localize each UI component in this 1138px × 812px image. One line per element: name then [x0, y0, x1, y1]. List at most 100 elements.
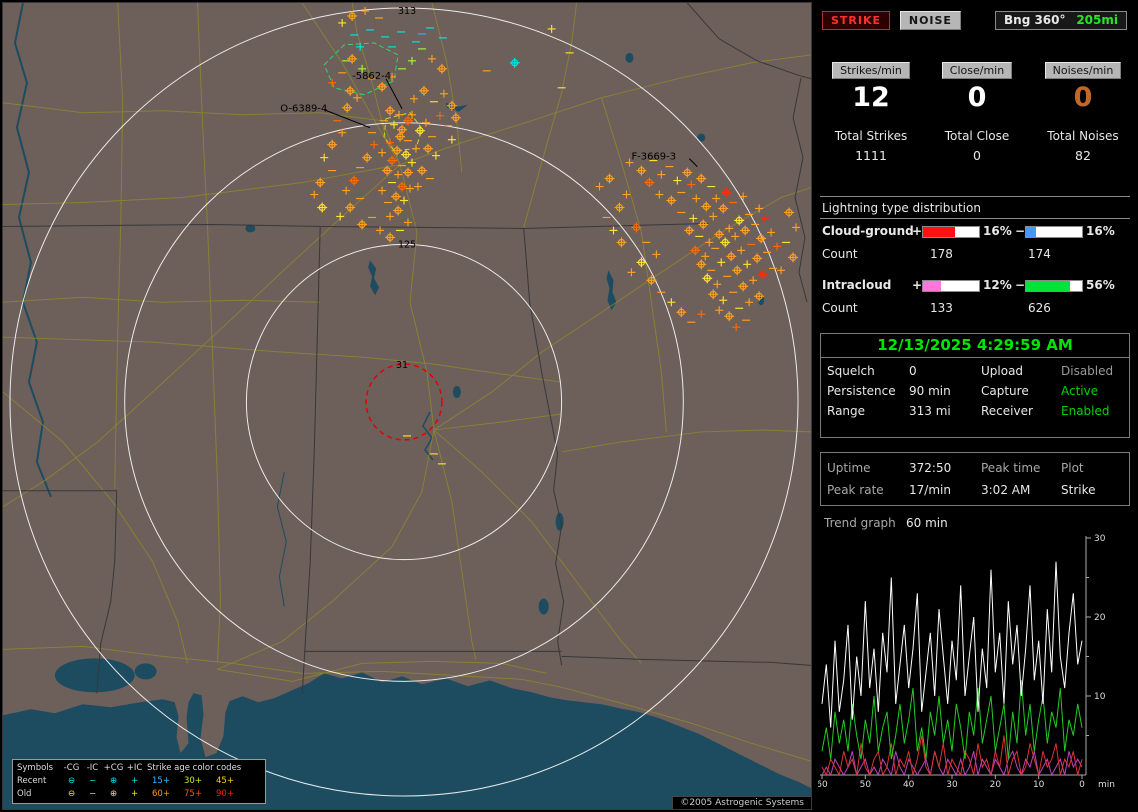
cg-negative-pct: 16%	[1086, 224, 1115, 238]
minus-icon: −	[88, 789, 97, 799]
datetime-display: 12/13/2025 4:29:59 AM	[821, 334, 1129, 358]
peak-rate-label: Peak rate	[827, 483, 884, 497]
ic-positive-bar	[922, 280, 980, 292]
plot-label: Plot	[1061, 461, 1084, 475]
svg-text:10: 10	[1033, 780, 1045, 790]
bearing-range-box: Bng 360° 205mi	[995, 11, 1127, 30]
distribution-title: Lightning type distribution	[822, 201, 981, 215]
circle-minus-icon: ⊖	[67, 789, 76, 799]
intracloud-label: Intracloud	[822, 278, 892, 292]
svg-text:50: 50	[860, 780, 872, 790]
strike-legend: Symbols -CG -IC +CG +IC Strike age color…	[12, 759, 266, 804]
range-setting-value: 313 mi	[909, 404, 951, 418]
lightning-map[interactable]: 313 125 31 -5862-4 O-6389-4 F-3669-3	[3, 3, 811, 809]
info-row: Uptime 372:50 Peak time Plot	[821, 457, 1129, 479]
close-per-min-value: 0	[967, 82, 987, 113]
cg-negative-bar	[1025, 226, 1083, 238]
cg-negative-count: 174	[1028, 247, 1051, 261]
range-value: 205mi	[1076, 13, 1118, 27]
storm-cell-label: O-6389-4	[280, 104, 327, 115]
legend-recent-label: Recent	[17, 776, 47, 786]
count-label: Count	[822, 247, 858, 261]
trend-window-value: 60 min	[906, 516, 948, 530]
divider	[820, 196, 1130, 197]
uptime-label: Uptime	[827, 461, 871, 475]
plus-sign: +	[912, 278, 923, 292]
status-row: Squelch 0 Upload Disabled	[821, 361, 1129, 381]
legend-col-+cg: +CG	[103, 763, 124, 773]
total-strikes-label: Total Strikes	[834, 129, 908, 143]
svg-text:20: 20	[990, 780, 1002, 790]
age-15: 15+	[152, 776, 170, 786]
total-close-label: Total Close	[944, 129, 1010, 143]
status-row: Range 313 mi Receiver Enabled	[821, 401, 1129, 421]
capture-status: Active	[1061, 384, 1099, 398]
info-row: Peak rate 17/min 3:02 AM Strike	[821, 479, 1129, 501]
map-area: 313 125 31 -5862-4 O-6389-4 F-3669-3 Sym…	[2, 2, 812, 810]
ring-label-outer: 313	[398, 6, 416, 17]
strike-mode-button[interactable]: STRIKE	[822, 11, 891, 30]
total-close-value: 0	[973, 148, 981, 163]
ic-positive-count: 133	[930, 301, 953, 315]
legend-recent-row: Recent ⊖ − ⊕ + 15+ 30+ 45+	[17, 775, 261, 788]
divider	[820, 218, 1130, 219]
svg-text:10: 10	[1094, 692, 1106, 702]
circle-minus-icon: ⊖	[67, 776, 76, 786]
total-noises-value: 82	[1075, 148, 1091, 163]
receiver-label: Receiver	[981, 404, 1033, 418]
storm-cell-label: F-3669-3	[631, 152, 676, 163]
plus-icon: +	[130, 789, 139, 799]
legend-col--ic: -IC	[86, 763, 99, 773]
ring-label-mid: 125	[398, 239, 416, 250]
trend-chart: 60 50 40 30 20 10 0 min 10 20 30	[818, 534, 1115, 790]
age-60: 60+	[152, 789, 170, 799]
cg-positive-bar	[922, 226, 980, 238]
close-per-min-header[interactable]: Close/min	[941, 62, 1013, 79]
svg-text:min: min	[1098, 780, 1115, 790]
persistence-label: Persistence	[827, 384, 896, 398]
noises-per-min-header[interactable]: Noises/min	[1044, 62, 1122, 79]
plus-sign: +	[912, 224, 923, 238]
capture-label: Capture	[981, 384, 1029, 398]
svg-text:20: 20	[1094, 613, 1106, 623]
svg-text:60: 60	[818, 780, 828, 790]
upload-label: Upload	[981, 364, 1024, 378]
lightning-app-window: 313 125 31 -5862-4 O-6389-4 F-3669-3 Sym…	[0, 0, 1138, 812]
age-30: 30+	[184, 776, 202, 786]
age-90: 90+	[216, 789, 234, 799]
noises-per-min-value: 0	[1073, 82, 1093, 113]
strikes-per-min-header[interactable]: Strikes/min	[832, 62, 910, 79]
status-box: 12/13/2025 4:29:59 AM Squelch 0 Upload D…	[820, 333, 1130, 438]
legend-old-label: Old	[17, 789, 32, 799]
cloud-ground-label: Cloud-ground	[822, 224, 914, 238]
svg-text:0: 0	[1079, 780, 1085, 790]
circle-plus-icon: ⊕	[109, 776, 118, 786]
upload-status: Disabled	[1061, 364, 1114, 378]
svg-text:40: 40	[903, 780, 915, 790]
ic-negative-count: 626	[1028, 301, 1051, 315]
copyright-text: ©2005 Astrogenic Systems	[672, 796, 811, 809]
trend-graph-label: Trend graph	[824, 516, 896, 530]
ring-label-inner: 31	[396, 360, 408, 371]
ic-positive-pct: 12%	[983, 278, 1012, 292]
legend-age-title: Strike age color codes	[147, 763, 242, 773]
peak-time-value: 3:02 AM	[981, 483, 1031, 497]
ic-negative-pct: 56%	[1086, 278, 1115, 292]
cg-positive-count: 178	[930, 247, 953, 261]
status-panel: STRIKE NOISE Bng 360° 205mi Strikes/min …	[818, 0, 1136, 812]
age-75: 75+	[184, 789, 202, 799]
range-label: Range	[827, 404, 866, 418]
minus-sign: −	[1015, 224, 1026, 238]
cg-positive-pct: 16%	[983, 224, 1012, 238]
legend-old-row: Old ⊖ − ⊕ + 60+ 75+ 90+	[17, 788, 261, 801]
ic-negative-bar	[1025, 280, 1083, 292]
strikes-per-min-value: 12	[852, 82, 890, 113]
legend-symbols-title: Symbols	[17, 763, 54, 773]
peak-time-label: Peak time	[981, 461, 1041, 475]
circle-plus-icon: ⊕	[109, 789, 118, 799]
uptime-value: 372:50	[909, 461, 952, 475]
svg-text:30: 30	[946, 780, 958, 790]
count-label: Count	[822, 301, 858, 315]
noise-mode-button[interactable]: NOISE	[899, 11, 961, 30]
peak-rate-value: 17/min	[909, 483, 951, 497]
